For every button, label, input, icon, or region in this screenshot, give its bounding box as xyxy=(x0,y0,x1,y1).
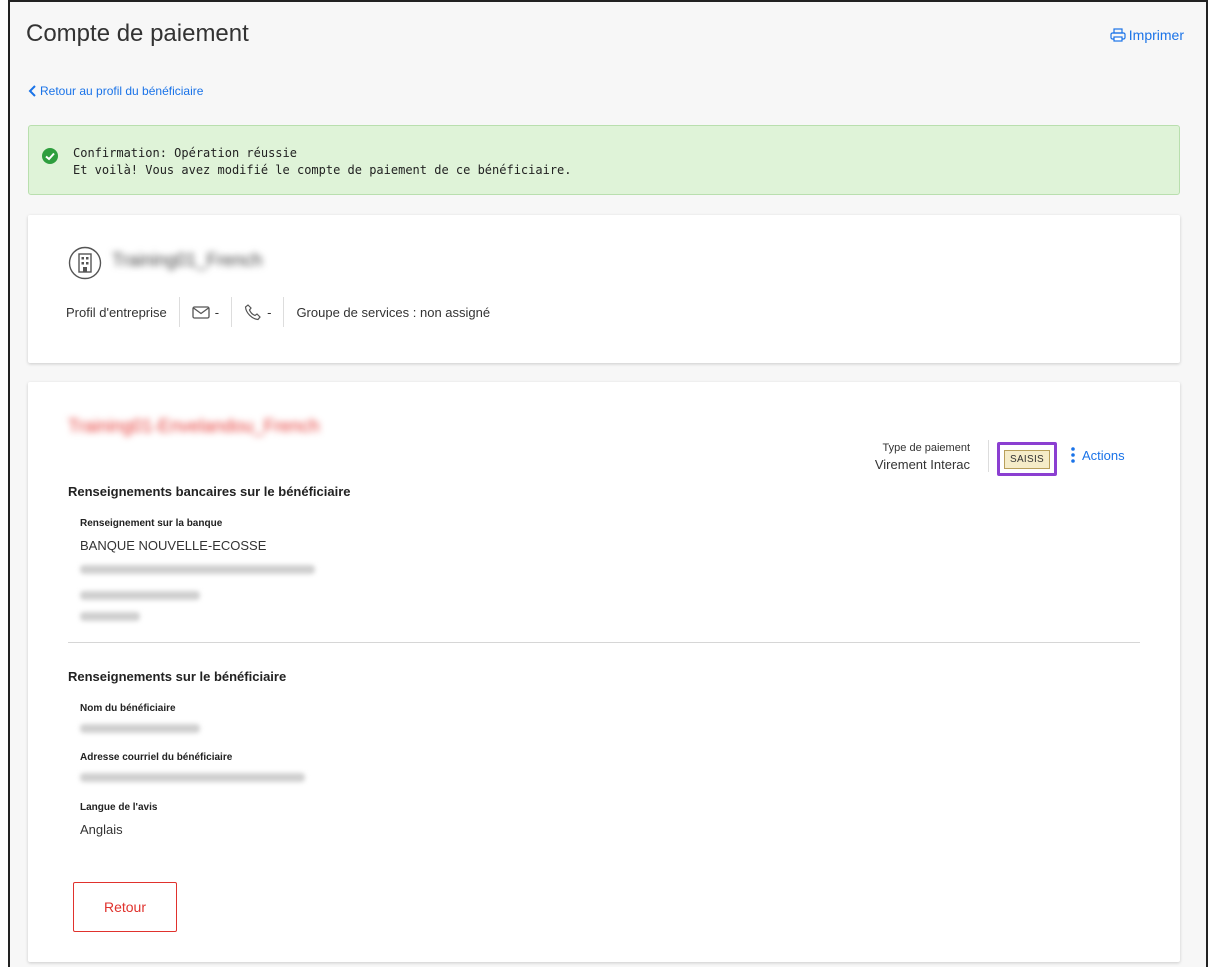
envelope-icon xyxy=(192,305,210,319)
email-info: - xyxy=(192,305,219,320)
phone-info: - xyxy=(244,303,271,321)
divider xyxy=(988,440,989,472)
phone-value: - xyxy=(267,304,272,320)
print-label: Imprimer xyxy=(1128,27,1184,43)
beneficiary-section-title: Renseignements sur le bénéficiaire xyxy=(68,669,287,684)
page-title: Compte de paiement xyxy=(26,20,249,47)
building-icon xyxy=(68,246,102,280)
divider xyxy=(231,297,233,327)
profile-type: Profil d'entreprise xyxy=(66,304,167,320)
redacted-account-number xyxy=(80,612,140,621)
redacted-bank-detail xyxy=(80,565,315,574)
email-value: - xyxy=(214,304,220,320)
chevron-left-icon xyxy=(28,85,36,97)
bank-section-title: Renseignements bancaires sur le bénéfici… xyxy=(68,484,351,499)
actions-label: Actions xyxy=(1082,447,1125,463)
back-button[interactable]: Retour xyxy=(73,882,177,932)
status-highlight: SAISIS xyxy=(997,442,1057,476)
beneficiary-name-label: Nom du bénéficiaire xyxy=(80,703,176,714)
print-link[interactable]: Imprimer xyxy=(1110,27,1184,43)
profile-meta-row: Profil d'entreprise - - Groupe de servic… xyxy=(66,297,490,327)
beneficiary-email-label: Adresse courriel du bénéficiaire xyxy=(80,752,233,763)
alert-message: Et voilà! Vous avez modifié le compte de… xyxy=(73,163,572,177)
bank-info-label: Renseignement sur la banque xyxy=(80,518,223,529)
company-name: Training01_French xyxy=(112,250,263,270)
printer-icon xyxy=(1110,28,1126,42)
back-link-label: Retour au profil du bénéficiaire xyxy=(40,84,204,98)
payment-type: Type de paiement Virement Interac xyxy=(870,442,970,472)
account-name: Training01-Envelandou_French xyxy=(68,416,320,436)
notice-language-value: Anglais xyxy=(80,822,123,837)
payment-account-card: Training01-Envelandou_French Type de pai… xyxy=(28,382,1180,962)
payment-type-value: Virement Interac xyxy=(874,457,970,472)
profile-card: Training01_French Profil d'entreprise - … xyxy=(28,215,1180,363)
actions-menu-button[interactable]: Actions xyxy=(1071,447,1125,463)
section-divider xyxy=(68,642,1140,643)
bank-name: BANQUE NOUVELLE-ECOSSE xyxy=(80,538,267,553)
notice-language-label: Langue de l'avis xyxy=(80,802,158,813)
check-circle-icon xyxy=(42,148,58,164)
divider xyxy=(178,297,180,327)
redacted-beneficiary-email xyxy=(80,773,305,782)
success-alert: Confirmation: Opération réussie Et voilà… xyxy=(28,125,1180,195)
more-vertical-icon xyxy=(1071,447,1075,463)
phone-icon xyxy=(244,304,261,321)
payment-type-label: Type de paiement xyxy=(882,442,970,454)
divider xyxy=(283,297,285,327)
service-group: Groupe de services : non assigné xyxy=(296,304,491,320)
status-badge: SAISIS xyxy=(1003,449,1051,469)
redacted-beneficiary-name xyxy=(80,724,200,733)
alert-title: Confirmation: Opération réussie xyxy=(73,146,297,160)
page-frame: Compte de paiement Imprimer Retour au pr… xyxy=(8,0,1208,967)
redacted-account-label xyxy=(80,591,200,600)
back-to-profile-link[interactable]: Retour au profil du bénéficiaire xyxy=(28,84,203,98)
